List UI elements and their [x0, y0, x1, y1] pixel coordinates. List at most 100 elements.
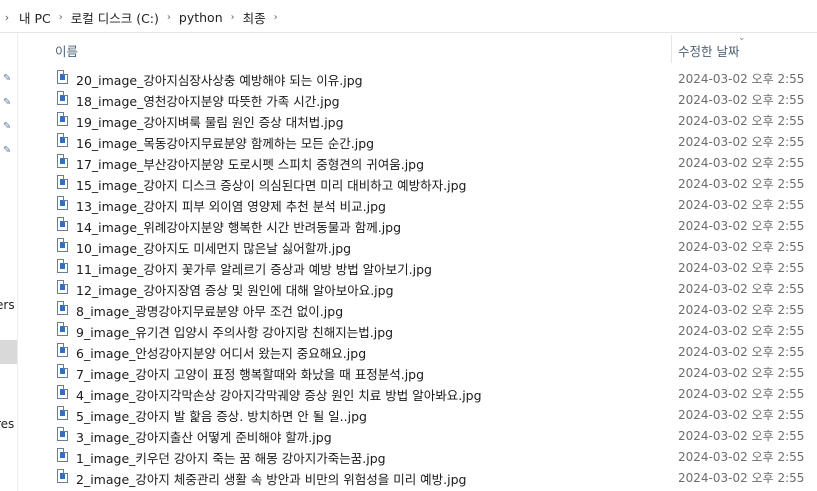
file-date-modified: 2024-03-02 오후 2:55: [678, 240, 805, 254]
image-file-icon: [57, 406, 68, 420]
file-date-modified: 2024-03-02 오후 2:55: [678, 387, 805, 401]
image-file-icon: [57, 385, 68, 399]
pin-icon[interactable]: ✎: [3, 73, 13, 85]
file-name: 2_image_강아지 체중관리 생활 속 방안과 비만의 위험성을 미리 예방…: [76, 472, 467, 487]
file-row[interactable]: 6_image_안성강아지분양 어디서 왔는지 중요해요.jpg 2024-03-…: [17, 340, 817, 361]
image-file-icon: [57, 301, 68, 315]
file-date-modified: 2024-03-02 오후 2:55: [678, 198, 805, 212]
file-name: 18_image_영천강아지분양 따뜻한 가족 시간.jpg: [76, 94, 340, 109]
image-file-icon: [57, 364, 68, 378]
file-date-modified: 2024-03-02 오후 2:55: [678, 135, 805, 149]
sort-chevron-icon: ⌄: [738, 33, 746, 43]
file-date-modified: 2024-03-02 오후 2:55: [678, 471, 805, 485]
file-row[interactable]: 8_image_광명강아지무료분양 아무 조건 없이.jpg 2024-03-02…: [17, 298, 817, 319]
file-name: 5_image_강아지 발 핥음 증상. 방치하면 안 될 일..jpg: [76, 409, 367, 424]
breadcrumb-item-this-pc[interactable]: 내 PC: [14, 8, 56, 27]
file-date-modified: 2024-03-02 오후 2:55: [678, 282, 805, 296]
file-name: 12_image_강아지장염 증상 및 원인에 대해 알아보아요.jpg: [76, 283, 394, 298]
file-name: 11_image_강아지 꽃가루 알레르기 증상과 예방 방법 알아보기.jpg: [76, 262, 432, 277]
navigation-pane: ✎ ✎ ✎ ✎ ers res: [0, 33, 18, 491]
pin-icon[interactable]: ✎: [3, 97, 13, 109]
file-date-modified: 2024-03-02 오후 2:55: [678, 303, 805, 317]
chevron-right-icon[interactable]: ›: [56, 12, 66, 23]
file-row[interactable]: 13_image_강아지 피부 외이염 영양제 추천 분석 비교.jpg 2024…: [17, 193, 817, 214]
image-file-icon: [57, 217, 68, 231]
image-file-icon: [57, 238, 68, 252]
file-row[interactable]: 11_image_강아지 꽃가루 알레르기 증상과 예방 방법 알아보기.jpg…: [17, 256, 817, 277]
pin-icon[interactable]: ✎: [3, 145, 13, 157]
image-file-icon: [57, 280, 68, 294]
file-date-modified: 2024-03-02 오후 2:55: [678, 366, 805, 380]
file-date-modified: 2024-03-02 오후 2:55: [678, 408, 805, 422]
file-row[interactable]: 3_image_강아지출산 어떻게 준비해야 할까.jpg 2024-03-02 …: [17, 424, 817, 445]
file-name: 7_image_강아지 고양이 표정 행복할때와 화났을 때 표정분석.jpg: [76, 367, 425, 382]
file-row[interactable]: 19_image_강아지벼룩 물림 원인 증상 대처법.jpg 2024-03-0…: [17, 109, 817, 130]
file-date-modified: 2024-03-02 오후 2:55: [678, 261, 805, 275]
file-name: 14_image_위례강아지분양 행복한 시간 반려동물과 함께.jpg: [76, 220, 402, 235]
file-name: 17_image_부산강아지분양 도로시펫 스피치 중형견의 귀여움.jpg: [76, 157, 425, 172]
image-file-icon: [57, 469, 68, 483]
file-date-modified: 2024-03-02 오후 2:55: [678, 177, 805, 191]
column-header-name[interactable]: 이름: [55, 41, 78, 60]
file-name: 13_image_강아지 피부 외이염 영양제 추천 분석 비교.jpg: [76, 199, 386, 214]
file-row[interactable]: 20_image_강아지심장사상충 예방해야 되는 이유.jpg 2024-03-…: [17, 67, 817, 88]
file-row[interactable]: 10_image_강아지도 미세먼지 많은날 싫어할까.jpg 2024-03-0…: [17, 235, 817, 256]
image-file-icon: [57, 70, 68, 84]
file-name: 19_image_강아지벼룩 물림 원인 증상 대처법.jpg: [76, 115, 344, 130]
nav-item-truncated[interactable]: ers: [0, 298, 15, 312]
file-date-modified: 2024-03-02 오후 2:55: [678, 429, 805, 443]
file-date-modified: 2024-03-02 오후 2:55: [678, 219, 805, 233]
file-name: 3_image_강아지출산 어떻게 준비해야 할까.jpg: [76, 430, 332, 445]
file-row[interactable]: 1_image_키우던 강아지 죽는 꿈 해몽 강아지가죽는꿈.jpg 2024-…: [17, 445, 817, 466]
image-file-icon: [57, 259, 68, 273]
file-row[interactable]: 17_image_부산강아지분양 도로시펫 스피치 중형견의 귀여움.jpg 20…: [17, 151, 817, 172]
image-file-icon: [57, 112, 68, 126]
file-row[interactable]: 4_image_강아지각막손상 강아지각막궤양 증상 원인 치료 방법 알아봐요…: [17, 382, 817, 403]
breadcrumb-item-local-disk[interactable]: 로컬 디스크 (C:): [66, 8, 164, 27]
chevron-right-icon[interactable]: ›: [228, 12, 238, 23]
file-name: 16_image_목동강아지무료분양 함께하는 모든 순간.jpg: [76, 136, 375, 151]
file-row[interactable]: 18_image_영천강아지분양 따뜻한 가족 시간.jpg 2024-03-02…: [17, 88, 817, 109]
file-name: 4_image_강아지각막손상 강아지각막궤양 증상 원인 치료 방법 알아봐요…: [76, 388, 482, 403]
file-row[interactable]: 12_image_강아지장염 증상 및 원인에 대해 알아보아요.jpg 2024…: [17, 277, 817, 298]
file-date-modified: 2024-03-02 오후 2:55: [678, 114, 805, 128]
address-bar[interactable]: › 내 PC › 로컬 디스크 (C:) › python › 최종 ›: [0, 0, 817, 33]
file-date-modified: 2024-03-02 오후 2:55: [678, 156, 805, 170]
nav-item-truncated[interactable]: res: [0, 417, 14, 431]
chevron-right-icon[interactable]: ›: [0, 11, 14, 24]
file-name: 6_image_안성강아지분양 어디서 왔는지 중요해요.jpg: [76, 346, 367, 361]
image-file-icon: [57, 322, 68, 336]
file-row[interactable]: 14_image_위례강아지분양 행복한 시간 반려동물과 함께.jpg 2024…: [17, 214, 817, 235]
file-date-modified: 2024-03-02 오후 2:55: [678, 450, 805, 464]
column-divider[interactable]: [671, 35, 672, 63]
file-row[interactable]: 9_image_유기견 입양시 주의사항 강아지랑 친해지는법.jpg 2024-…: [17, 319, 817, 340]
column-header-date[interactable]: 수정한 날짜: [678, 41, 739, 60]
file-date-modified: 2024-03-02 오후 2:55: [678, 324, 805, 338]
column-header: 이름 수정한 날짜 ⌄: [17, 33, 817, 63]
file-date-modified: 2024-03-02 오후 2:55: [678, 345, 805, 359]
breadcrumb-item-python[interactable]: python: [174, 10, 228, 25]
nav-item-selected[interactable]: [0, 340, 17, 364]
breadcrumb-item-final[interactable]: 최종: [238, 8, 271, 27]
file-date-modified: 2024-03-02 오후 2:55: [678, 72, 805, 86]
chevron-right-icon[interactable]: ›: [164, 12, 174, 23]
file-name: 20_image_강아지심장사상충 예방해야 되는 이유.jpg: [76, 73, 363, 88]
file-row[interactable]: 5_image_강아지 발 핥음 증상. 방치하면 안 될 일..jpg 2024…: [17, 403, 817, 424]
file-row[interactable]: 16_image_목동강아지무료분양 함께하는 모든 순간.jpg 2024-03…: [17, 130, 817, 151]
file-name: 1_image_키우던 강아지 죽는 꿈 해몽 강아지가죽는꿈.jpg: [76, 451, 386, 466]
file-name: 8_image_광명강아지무료분양 아무 조건 없이.jpg: [76, 304, 344, 319]
file-row[interactable]: 7_image_강아지 고양이 표정 행복할때와 화났을 때 표정분석.jpg 2…: [17, 361, 817, 382]
file-date-modified: 2024-03-02 오후 2:55: [678, 93, 805, 107]
image-file-icon: [57, 91, 68, 105]
image-file-icon: [57, 427, 68, 441]
breadcrumb: › 내 PC › 로컬 디스크 (C:) › python › 최종 ›: [0, 8, 281, 27]
file-row[interactable]: 2_image_강아지 체중관리 생활 속 방안과 비만의 위험성을 미리 예방…: [17, 466, 817, 487]
pin-icon[interactable]: ✎: [3, 121, 13, 133]
image-file-icon: [57, 154, 68, 168]
chevron-right-icon[interactable]: ›: [271, 12, 281, 23]
file-row[interactable]: 15_image_강아지 디스크 증상이 의심된다면 미리 대비하고 예방하자.…: [17, 172, 817, 193]
image-file-icon: [57, 133, 68, 147]
image-file-icon: [57, 343, 68, 357]
file-name: 15_image_강아지 디스크 증상이 의심된다면 미리 대비하고 예방하자.…: [76, 178, 467, 193]
file-name: 10_image_강아지도 미세먼지 많은날 싫어할까.jpg: [76, 241, 352, 256]
